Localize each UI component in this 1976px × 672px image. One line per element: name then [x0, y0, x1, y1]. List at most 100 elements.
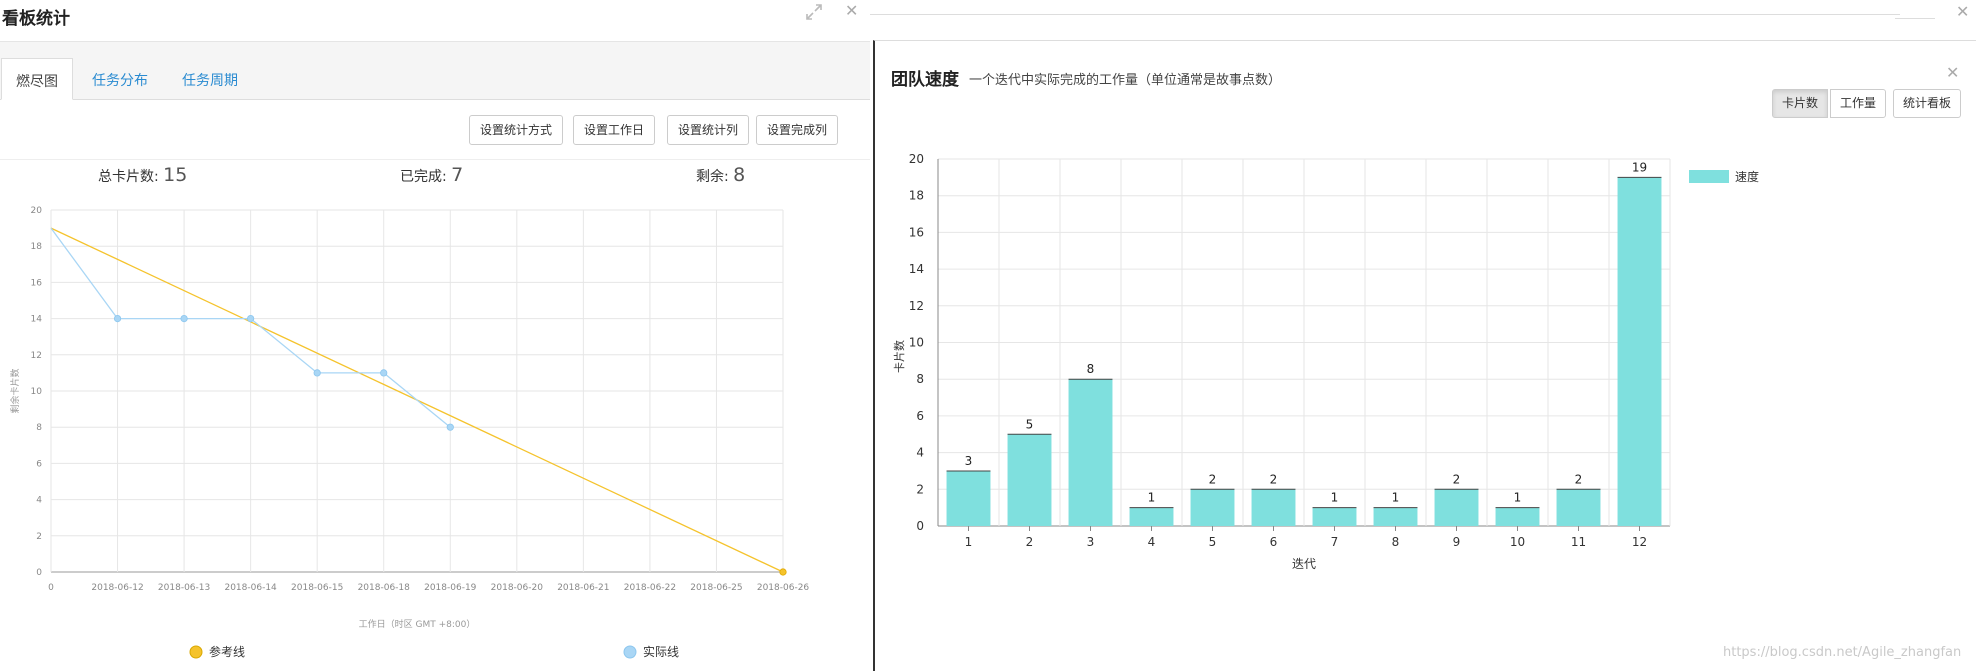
panel-title: 看板统计	[2, 9, 70, 29]
divider	[870, 14, 1900, 15]
data-point	[180, 315, 188, 323]
set-stat-columns-button[interactable]: 设置统计列	[667, 115, 750, 145]
y-tick-label: 10	[31, 387, 43, 397]
y-tick-label: 14	[909, 262, 924, 276]
data-label: 1	[1392, 491, 1400, 505]
bar	[1190, 489, 1235, 526]
tab-task-cycle[interactable]: 任务周期	[168, 58, 252, 100]
stat-done-value: 7	[451, 164, 464, 186]
bar	[1495, 507, 1540, 526]
card-count-button[interactable]: 卡片数	[1772, 89, 1829, 118]
y-tick-label: 6	[36, 459, 42, 469]
y-tick-label: 12	[31, 351, 42, 361]
legend-label: 参考线	[209, 644, 245, 659]
stat-total-label: 总卡片数:	[98, 169, 159, 185]
workload-button[interactable]: 工作量	[1830, 89, 1887, 118]
stat-total-cards: 总卡片数: 15	[98, 164, 187, 186]
data-label: 1	[1148, 491, 1156, 505]
x-tick-label: 2018-06-14	[224, 583, 277, 593]
bar	[1251, 489, 1296, 526]
y-tick-label: 16	[909, 225, 924, 239]
x-tick-label: 2018-06-12	[91, 583, 143, 593]
burndown-chart: 0 2 4 6 8 10 12 14 16 18 20 0 2018-06-12 2018-06-13 20…	[9, 206, 810, 659]
y-tick-label: 0	[916, 519, 924, 533]
data-point	[113, 315, 122, 323]
x-tick-label: 1	[965, 535, 973, 549]
settings-toolbar: 设置统计方式 设置工作日 设置统计列 设置完成列	[0, 100, 870, 160]
y-tick-label: 6	[916, 409, 924, 423]
x-tick-label: 9	[1453, 535, 1461, 549]
x-axis-label: 迭代	[1292, 557, 1316, 571]
x-tick-label: 2018-06-18	[358, 583, 411, 593]
data-point	[380, 369, 388, 377]
x-tick-label: 0	[48, 583, 54, 593]
bar	[1434, 489, 1479, 526]
legend-item: 参考线	[189, 644, 245, 659]
panel-header: 看板统计 ✕	[0, 0, 870, 42]
data-point	[446, 423, 454, 431]
set-done-columns-button[interactable]: 设置完成列	[756, 115, 839, 145]
data-label: 2	[1575, 472, 1583, 486]
x-tick-label: 3	[1087, 535, 1095, 549]
stat-total-value: 15	[163, 164, 188, 186]
legend-swatch	[623, 645, 637, 659]
y-tick-label: 4	[916, 446, 924, 460]
x-tick-label: 2018-06-26	[757, 583, 810, 593]
bar	[1068, 379, 1113, 526]
x-tick-label: 12	[1632, 535, 1647, 549]
set-workdays-button[interactable]: 设置工作日	[573, 115, 656, 145]
x-tick-label: 2	[1026, 535, 1034, 549]
y-tick-label: 0	[36, 568, 42, 578]
x-tick-label: 4	[1148, 535, 1156, 549]
bar	[1129, 507, 1174, 526]
data-label: 1	[1331, 491, 1339, 505]
tab-burndown[interactable]: 燃尽图	[1, 58, 73, 100]
data-point	[247, 315, 255, 323]
x-tick-label: 2018-06-21	[557, 583, 609, 593]
data-label: 1	[1514, 491, 1522, 505]
data-label: 5	[1026, 417, 1034, 431]
y-tick-label: 4	[36, 496, 42, 506]
data-label: 2	[1209, 472, 1217, 486]
expand-icon[interactable]	[804, 2, 824, 22]
dialog-close-icon[interactable]: ✕	[1946, 63, 1959, 82]
x-tick-label: 6	[1270, 535, 1278, 549]
x-tick-label: 2018-06-22	[624, 583, 676, 593]
set-stat-method-button[interactable]: 设置统计方式	[469, 115, 564, 145]
legend-label: 速度	[1735, 169, 1759, 184]
legend-swatch	[189, 645, 203, 659]
data-label: 3	[965, 454, 973, 468]
data-label: 8	[1087, 362, 1095, 376]
tab-task-distribution[interactable]: 任务分布	[78, 58, 162, 100]
dialog-title: 团队速度	[891, 70, 959, 90]
x-tick-label: 2018-06-13	[158, 583, 210, 593]
y-tick-label: 16	[31, 278, 43, 288]
velocity-chart: 0246810121416182031528314252617182911021…	[893, 152, 1759, 571]
stats-board-button[interactable]: 统计看板	[1893, 89, 1962, 118]
x-tick-label: 5	[1209, 535, 1217, 549]
y-tick-label: 10	[909, 336, 924, 350]
close-icon[interactable]: ✕	[1956, 2, 1969, 21]
bar	[1556, 489, 1601, 526]
stat-done-label: 已完成:	[400, 169, 447, 185]
divider	[1895, 18, 1935, 19]
x-tick-label: 2018-06-15	[291, 583, 343, 593]
bar	[946, 470, 991, 526]
data-point	[313, 369, 321, 377]
y-tick-label: 14	[31, 315, 43, 325]
close-icon[interactable]: ✕	[845, 1, 858, 20]
data-label: 19	[1632, 160, 1647, 174]
stat-remain-value: 8	[733, 164, 746, 186]
tab-bar: 燃尽图 任务分布 任务周期	[0, 42, 870, 100]
x-tick-label: 2018-06-25	[690, 583, 742, 593]
y-tick-label: 8	[916, 372, 924, 386]
stat-remain-label: 剩余:	[696, 169, 729, 185]
y-tick-label: 2	[916, 482, 924, 496]
x-axis-label: 工作日（时区 GMT +8:00）	[359, 618, 476, 630]
bar	[1312, 507, 1357, 526]
legend-label: 实际线	[643, 644, 679, 659]
y-tick-label: 18	[909, 189, 924, 203]
kanban-stats-panel: 看板统计 ✕ 燃尽图 任务分布 任务周期 设置统计方式 设置工作日 设置统计列 …	[0, 0, 870, 671]
legend-swatch	[1689, 170, 1729, 183]
bar	[1617, 177, 1662, 526]
